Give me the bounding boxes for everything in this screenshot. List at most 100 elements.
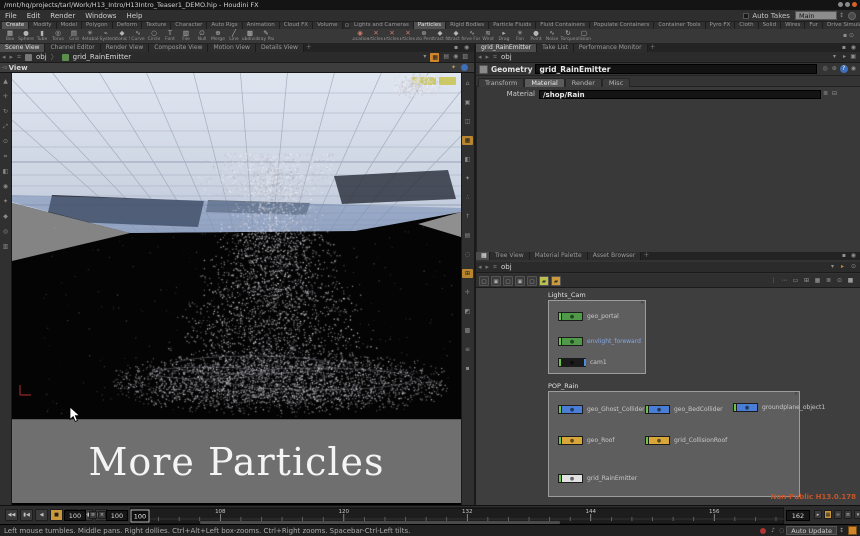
tool-null[interactable]: ∅Null [194,29,210,44]
dropdown-icon[interactable]: ▾ [829,263,836,271]
tool-torus[interactable]: ◎Torus [50,29,66,44]
display-op-icon[interactable]: ▢ [479,276,489,286]
tab-volume[interactable]: Volume [313,22,342,29]
step-back-button[interactable]: ▮◀ [20,509,33,521]
node-name-field[interactable]: grid_RainEmitter [535,64,817,74]
node-body[interactable]: ● [561,436,583,445]
options-icon[interactable]: ▾ [854,510,860,519]
options-icon[interactable]: ≡ [462,345,473,354]
node-body[interactable]: ● [561,405,583,414]
box-close-icon[interactable]: ✕ [640,301,644,306]
tool-collision-b[interactable]: ▢Collision B [576,29,592,44]
home-icon[interactable]: ⌂ [462,79,473,88]
path-node[interactable]: grid_RainEmitter [71,53,133,61]
audio-icon[interactable]: ♪ [769,527,777,534]
back-icon[interactable]: ◂ [476,263,484,271]
display-flag-icon[interactable]: ▰ [551,276,561,286]
tool-curve-force[interactable]: ∿Curve Force [464,29,480,44]
display-icon[interactable]: ▪ [462,364,473,373]
back-icon[interactable]: ◂ [476,53,484,61]
tab-fur[interactable]: Fur [805,22,823,29]
menu-help[interactable]: Help [121,10,147,22]
tab-populate-containers[interactable]: Populate Containers [590,22,654,29]
tab-cloth[interactable]: Cloth [735,22,758,29]
dots-icon[interactable]: ⋮ [768,276,779,285]
tab-scene-view[interactable]: Scene View [0,44,45,52]
tool-file[interactable]: ▧File [178,29,194,44]
network-view-tab[interactable]: ▦ [476,252,490,260]
gear-icon[interactable]: ⊛ [830,65,839,73]
tab-asset-browser[interactable]: Asset Browser [588,252,642,260]
tool-font[interactable]: TFont [162,29,178,44]
auto-takes-checkbox[interactable] [743,13,749,19]
tool-location[interactable]: ◉Location [352,29,368,44]
flipbook-icon[interactable]: ▦ [430,53,439,62]
tool-wind[interactable]: ≋Wind [480,29,496,44]
add-tab-icon[interactable]: ＋ [641,252,651,260]
node-body[interactable]: ● [561,337,583,346]
open-tree-icon[interactable]: ⊟ [830,90,839,98]
path-root[interactable]: obj [499,263,514,271]
folder-tab-render[interactable]: Render [565,78,602,87]
tab-wires[interactable]: Wires [781,22,805,29]
tool-tube[interactable]: ▮Tube [34,29,50,44]
tool-grid[interactable]: ▤Grid [66,29,82,44]
take-selector[interactable]: Main [795,11,837,20]
forward-icon[interactable]: ▸ [8,53,16,61]
key-icon[interactable]: ✦ [451,64,456,71]
pane-menu-icon[interactable]: ◉ [849,252,858,260]
select-icon[interactable]: ▲ [0,77,11,86]
dropdown-icon[interactable]: ▾ [831,53,838,61]
tab-container-tools[interactable]: Container Tools [654,22,705,29]
titlebar-minimize-button[interactable] [838,2,843,7]
tool-metaball[interactable]: ✳Metaball [82,29,98,44]
wireframe-icon[interactable]: ▦ [462,136,473,145]
tool-circle[interactable]: ○Circle [146,29,162,44]
language-icon[interactable]: ◉ [849,65,858,73]
arrange-icon[interactable]: ▭ [790,276,801,285]
folder-tab-material[interactable]: Material [524,78,564,87]
tool-auto-persis[interactable]: ⊛Auto Persis [416,29,432,44]
network-node-geo_bedcollider[interactable]: ●geo_BedCollider [645,405,723,414]
tool-fan[interactable]: ✳Fan [512,29,528,44]
node-render-flag[interactable] [583,358,586,367]
tab-drive-simulation[interactable]: Drive Simulation [823,22,860,29]
search-icon[interactable]: ⊙ [849,263,858,271]
jump-start-button[interactable]: ◀◀ [5,509,18,521]
tool-attract-fro[interactable]: ◆Attract fro [432,29,448,44]
tool-subdivide[interactable]: ▩Subdivide [242,29,258,44]
tab-solid[interactable]: Solid [759,22,781,29]
pin-icon[interactable]: ⌗ [15,53,23,62]
help-icon[interactable]: ? [840,65,848,73]
handle-icon[interactable]: ⊙ [0,137,11,146]
tool-platonic-so[interactable]: ◆Platonic So [114,29,130,44]
tool-noise[interactable]: ∿Noise [544,29,560,44]
tool-drag[interactable]: ▸Drag [496,29,512,44]
network-node-grid_rainemitter[interactable]: ●grid_RainEmitter [558,474,637,483]
zoom-fit-icon[interactable]: ⊞ [801,276,812,285]
menu-render[interactable]: Render [45,10,80,22]
tool-particles-fr[interactable]: ✕Particles fr [384,29,400,44]
material-icon[interactable]: ◆ [0,212,11,221]
select-op-icon[interactable]: ▢ [527,276,537,286]
box-close-icon[interactable]: ✕ [794,392,798,397]
render-view-icon[interactable]: ▤ [441,53,451,61]
viewport-3d-scene[interactable]: More Particles [12,73,461,505]
network-node-geo_ghost_collider[interactable]: ●geo_Ghost_Collider [558,405,645,414]
render-flag-icon[interactable]: ▰ [539,276,549,286]
network-node-grid_collisionroof[interactable]: ●grid_CollisionRoof [645,436,727,445]
camera-icon[interactable]: ◉ [0,182,11,191]
auto-update-spinner-icon[interactable]: ↕ [837,527,846,534]
gizmo-icon[interactable]: ✛ [462,288,473,297]
pane-maximize-icon[interactable]: ▪ [452,44,460,52]
tool-particles-fr[interactable]: ✕Particles fr [368,29,384,44]
expose-op-icon[interactable]: ▣ [491,276,501,286]
ghost-icon[interactable]: ◌ [462,250,473,259]
shelf-overflow-icon[interactable]: ▪ ⊙ [841,32,856,40]
node-body[interactable]: ● [648,436,670,445]
folder-tab-transform[interactable]: Transform [478,78,524,87]
node-body[interactable]: ● [561,474,583,483]
dropdown-icon[interactable]: ▾ [421,53,428,61]
node-body[interactable]: ● [561,358,583,367]
lighting-icon[interactable]: ✦ [462,174,473,183]
